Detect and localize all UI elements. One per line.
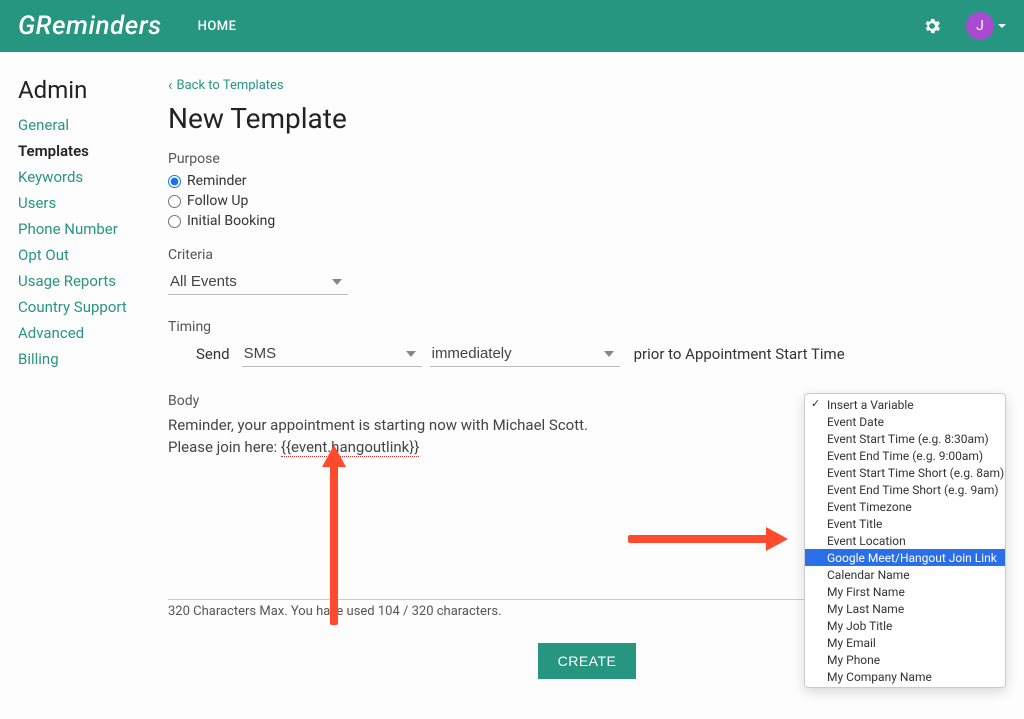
variable-menu-item[interactable]: My Job Title [805,617,1005,634]
variable-menu-item[interactable]: Event Start Time Short (e.g. 8am) [805,464,1005,481]
sidebar-item-keywords[interactable]: Keywords [18,168,168,186]
when-select[interactable]: immediately [430,341,620,367]
page: Admin General Templates Keywords Users Phone… [0,52,1024,719]
back-to-templates-link[interactable]: ‹ Back to Templates [168,76,284,94]
purpose-option-label: Follow Up [187,193,248,209]
nav-home-link[interactable]: HOME [198,19,237,34]
back-link-label: Back to Templates [177,78,284,93]
sidebar-item-phone-number[interactable]: Phone Number [18,220,168,238]
sidebar-item-advanced[interactable]: Advanced [18,324,168,342]
variable-menu-item[interactable]: Event End Time (e.g. 9:00am) [805,447,1005,464]
avatar: J [966,12,994,40]
criteria-label: Criteria [168,247,1006,263]
gear-icon[interactable] [922,16,942,36]
sidebar-item-billing[interactable]: Billing [18,350,168,368]
variable-menu-item[interactable]: My Last Name [805,600,1005,617]
variable-menu-item[interactable]: Event End Time Short (e.g. 9am) [805,481,1005,498]
sidebar-item-templates[interactable]: Templates [18,142,168,160]
variable-menu-item[interactable]: My Email [805,634,1005,651]
sidebar-item-country-support[interactable]: Country Support [18,298,168,316]
variable-menu-item[interactable]: My First Name [805,583,1005,600]
purpose-radio-group: Reminder Follow Up Initial Booking [168,173,1006,229]
purpose-label: Purpose [168,151,1006,167]
create-button[interactable]: CREATE [538,643,637,679]
user-menu-toggle[interactable]: J [966,12,1006,40]
timing-label: Timing [168,319,1006,335]
variable-menu-item[interactable]: My Company Name [805,668,1005,685]
body-line1: Reminder, your appointment is starting n… [168,416,588,434]
body-variable-token: {{event.hangoutlink}} [281,438,419,457]
brand-logo: GReminders [18,11,162,41]
send-label: Send [196,345,230,363]
variable-menu-header[interactable]: Insert a Variable [805,396,1005,413]
purpose-option-label: Reminder [187,173,247,189]
sidebar-item-users[interactable]: Users [18,194,168,212]
chevron-down-icon [998,24,1006,28]
purpose-option-reminder[interactable]: Reminder [168,173,1006,189]
variable-menu-item[interactable]: Calendar Name [805,566,1005,583]
sidebar-item-opt-out[interactable]: Opt Out [18,246,168,264]
purpose-option-follow-up[interactable]: Follow Up [168,193,1006,209]
navbar: GReminders HOME J [0,0,1024,52]
timing-suffix: prior to Appointment Start Time [634,345,845,363]
variable-menu-item[interactable]: Event Location [805,532,1005,549]
page-title: New Template [168,102,1006,135]
annotation-arrow-up [324,445,344,625]
purpose-radio[interactable] [168,215,181,228]
variable-menu-item[interactable]: Event Date [805,413,1005,430]
variable-menu-item[interactable]: Google Meet/Hangout Join Link [805,549,1005,566]
variable-menu-item[interactable]: My Phone [805,651,1005,668]
annotation-arrow-right [628,527,788,551]
purpose-radio[interactable] [168,175,181,188]
channel-select[interactable]: SMS [242,341,422,367]
variable-menu-item[interactable]: Event Timezone [805,498,1005,515]
sidebar: Admin General Templates Keywords Users Phone… [18,76,168,679]
main-content: ‹ Back to Templates New Template Purpose… [168,76,1006,679]
chevron-left-icon: ‹ [168,76,173,94]
sidebar-item-usage-reports[interactable]: Usage Reports [18,272,168,290]
body-section: Body Reminder, your appointment is start… [168,393,1006,619]
purpose-option-label: Initial Booking [187,213,275,229]
variable-menu-item[interactable]: Event Start Time (e.g. 8:30am) [805,430,1005,447]
body-line2-prefix: Please join here: [168,438,281,456]
purpose-option-initial-booking[interactable]: Initial Booking [168,213,1006,229]
sidebar-item-general[interactable]: General [18,116,168,134]
purpose-radio[interactable] [168,195,181,208]
insert-variable-menu[interactable]: Insert a VariableEvent DateEvent Start T… [804,393,1006,688]
sidebar-heading: Admin [18,76,168,104]
criteria-select[interactable]: All Events [168,269,348,295]
variable-menu-item[interactable]: Event Title [805,515,1005,532]
